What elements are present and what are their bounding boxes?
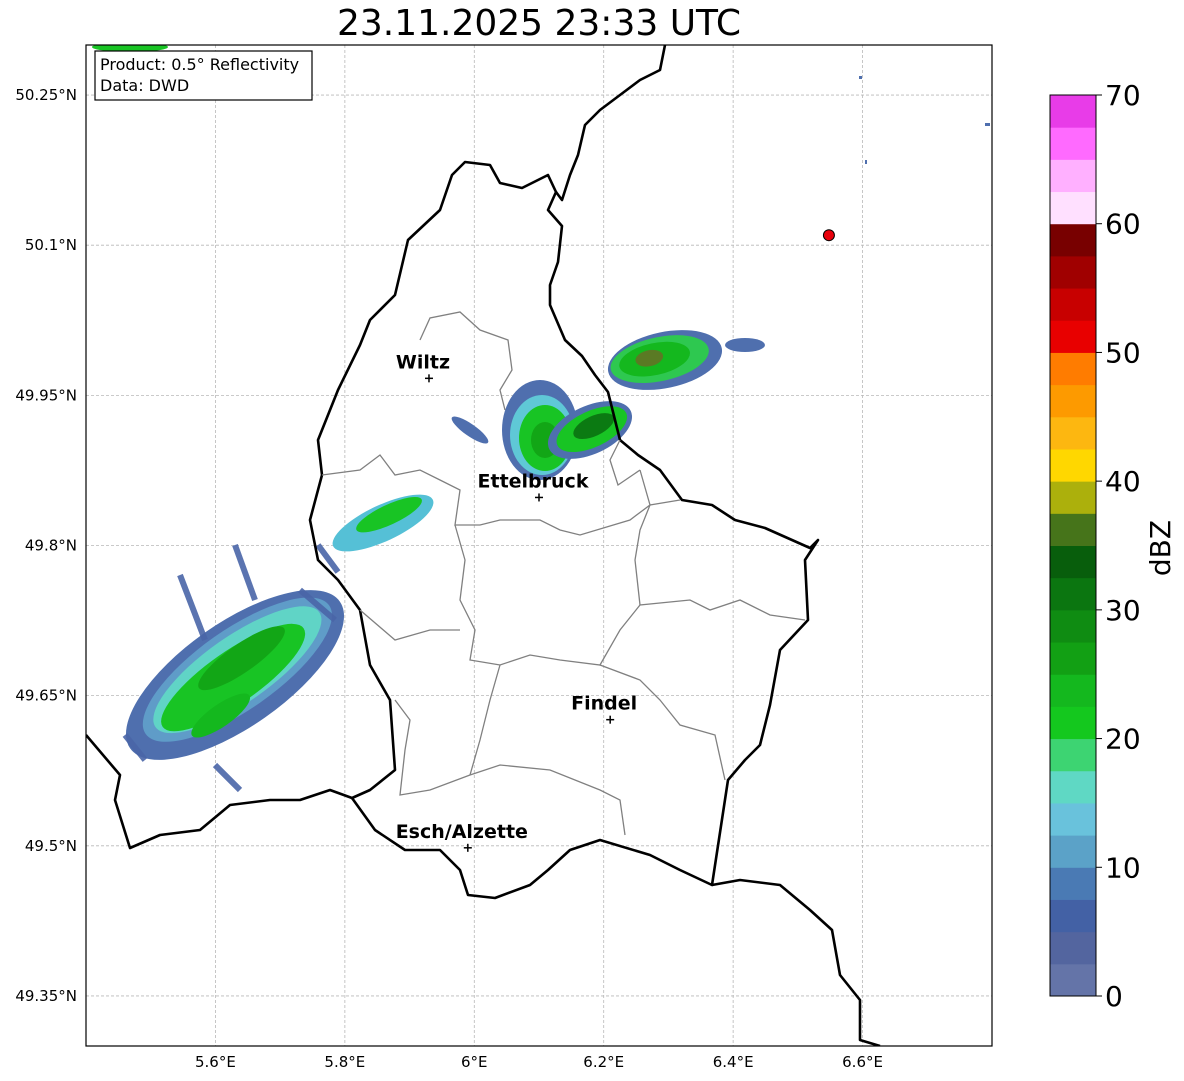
echo-speck xyxy=(865,160,867,164)
colorbar-segment xyxy=(1050,577,1096,611)
lat-tick-labels: 50.25°N 50.1°N 49.95°N 49.8°N 49.65°N 49.5°N 4… xyxy=(15,86,77,1005)
echo-speck xyxy=(985,123,990,126)
colorbar-label: dBZ xyxy=(1144,520,1177,576)
lon-tick-labels: 5.6°E 5.8°E 6°E 6.2°E 6.4°E 6.6°E xyxy=(195,1053,883,1071)
colorbar-segment xyxy=(1050,770,1096,804)
colorbar-segment xyxy=(1050,642,1096,675)
colorbar-tick-label: 70 xyxy=(1105,79,1141,112)
colorbar-segment xyxy=(1050,835,1096,868)
city-label: Findel xyxy=(571,693,637,715)
info-product-text: Product: 0.5° Reflectivity xyxy=(100,55,299,74)
lat-tick-label: 49.65°N xyxy=(15,687,77,705)
colorbar-segment xyxy=(1050,223,1096,257)
info-source-text: Data: DWD xyxy=(100,76,189,95)
colorbar-segment xyxy=(1050,481,1096,514)
lon-tick-label: 6°E xyxy=(461,1053,488,1071)
city-label: Ettelbruck xyxy=(478,470,589,492)
echo-speck xyxy=(859,76,862,79)
lat-tick-label: 50.25°N xyxy=(15,86,77,104)
lat-tick-label: 49.8°N xyxy=(25,537,77,555)
city-label: Wiltz xyxy=(396,351,450,373)
colorbar-segment xyxy=(1050,416,1096,450)
colorbar-segment xyxy=(1050,867,1096,900)
colorbar-tick-label: 50 xyxy=(1105,336,1141,369)
colorbar-tick-label: 60 xyxy=(1105,208,1141,241)
colorbar-segment xyxy=(1050,963,1096,997)
colorbar-tick-label: 0 xyxy=(1105,980,1123,1013)
colorbar-segment xyxy=(1050,899,1096,933)
colorbar-ticks: 0 10 20 30 40 50 60 70 xyxy=(1096,79,1141,1013)
info-box: Product: 0.5° Reflectivity Data: DWD xyxy=(94,50,313,101)
lon-tick-label: 5.6°E xyxy=(195,1053,236,1071)
colorbar-segment xyxy=(1050,288,1096,321)
colorbar-tick-label: 20 xyxy=(1105,723,1141,756)
colorbar-segment xyxy=(1050,931,1096,965)
radar-map-figure: 5.6°E 5.8°E 6°E 6.2°E 6.4°E 6.6°E 50.25°N 50.1… xyxy=(15,44,1177,1071)
colorbar: 0 10 20 30 40 50 60 70 dBZ xyxy=(1049,79,1177,1013)
colorbar-tick-label: 30 xyxy=(1105,594,1141,627)
lon-tick-label: 6.6°E xyxy=(842,1053,883,1071)
lat-tick-label: 49.35°N xyxy=(15,987,77,1005)
colorbar-segment xyxy=(1050,95,1096,128)
colorbar-segment xyxy=(1050,127,1096,160)
colorbar-segments xyxy=(1050,95,1096,997)
lon-tick-label: 6.4°E xyxy=(713,1053,754,1071)
colorbar-segment xyxy=(1050,513,1096,546)
lat-tick-label: 49.95°N xyxy=(15,386,77,404)
lat-tick-label: 49.5°N xyxy=(25,837,77,855)
colorbar-segment xyxy=(1050,706,1096,740)
lon-tick-label: 6.2°E xyxy=(583,1053,624,1071)
colorbar-tick-label: 10 xyxy=(1105,851,1141,884)
colorbar-tick-label: 40 xyxy=(1105,465,1141,498)
colorbar-segment xyxy=(1050,545,1096,579)
colorbar-segment xyxy=(1050,320,1096,353)
echo-cell-far-northeast xyxy=(725,338,765,352)
colorbar-segment xyxy=(1050,352,1096,386)
colorbar-segment xyxy=(1050,674,1096,707)
colorbar-segment xyxy=(1050,191,1096,225)
radar-site-marker xyxy=(822,229,835,242)
lat-tick-label: 50.1°N xyxy=(25,236,77,254)
lon-tick-label: 5.8°E xyxy=(324,1053,365,1071)
colorbar-segment xyxy=(1050,159,1096,193)
city-label: Esch/Alzette xyxy=(396,821,528,843)
colorbar-segment xyxy=(1050,448,1096,482)
colorbar-segment xyxy=(1050,609,1096,643)
colorbar-segment xyxy=(1050,738,1096,772)
colorbar-segment xyxy=(1050,802,1096,836)
colorbar-segment xyxy=(1050,255,1096,289)
colorbar-segment xyxy=(1050,384,1096,418)
